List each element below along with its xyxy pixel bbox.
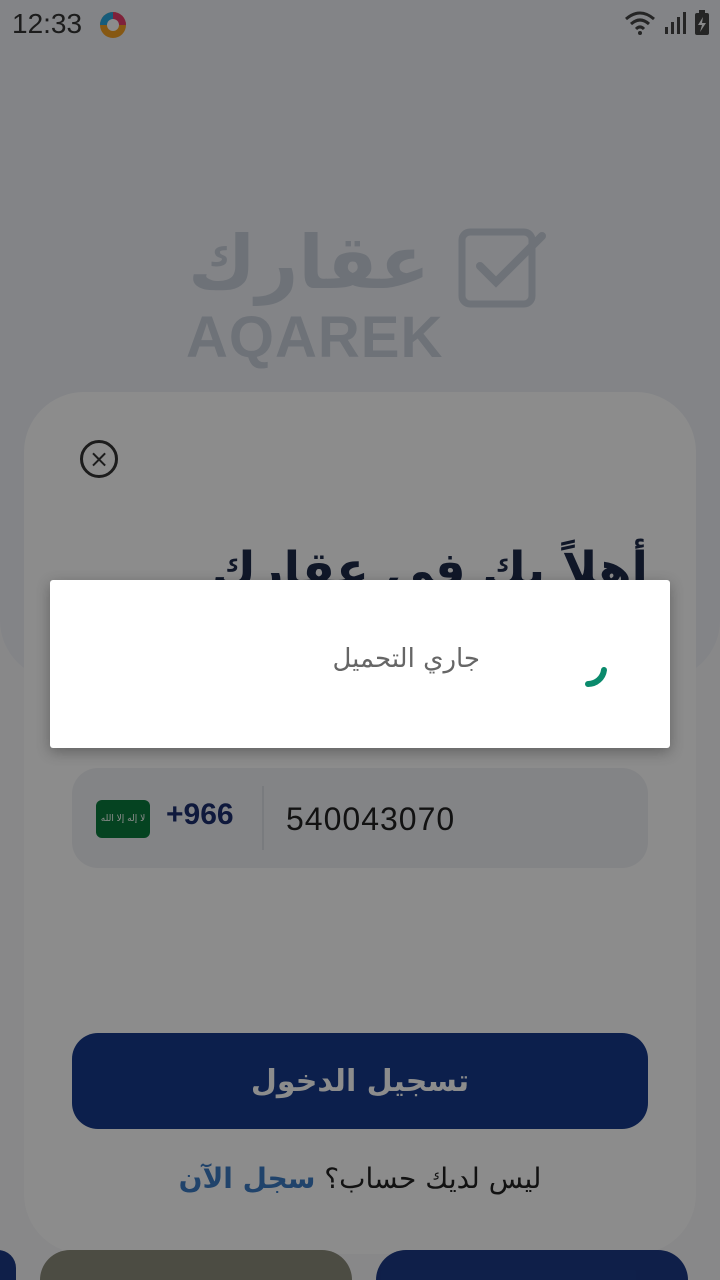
loading-dialog: جاري التحميل — [50, 580, 670, 748]
loading-message: جاري التحميل — [332, 644, 480, 674]
loading-spinner-icon — [585, 667, 607, 688]
screen: عقارك AQAREK 12:33 × أهلاً بك في عقارك ل… — [0, 0, 720, 1280]
